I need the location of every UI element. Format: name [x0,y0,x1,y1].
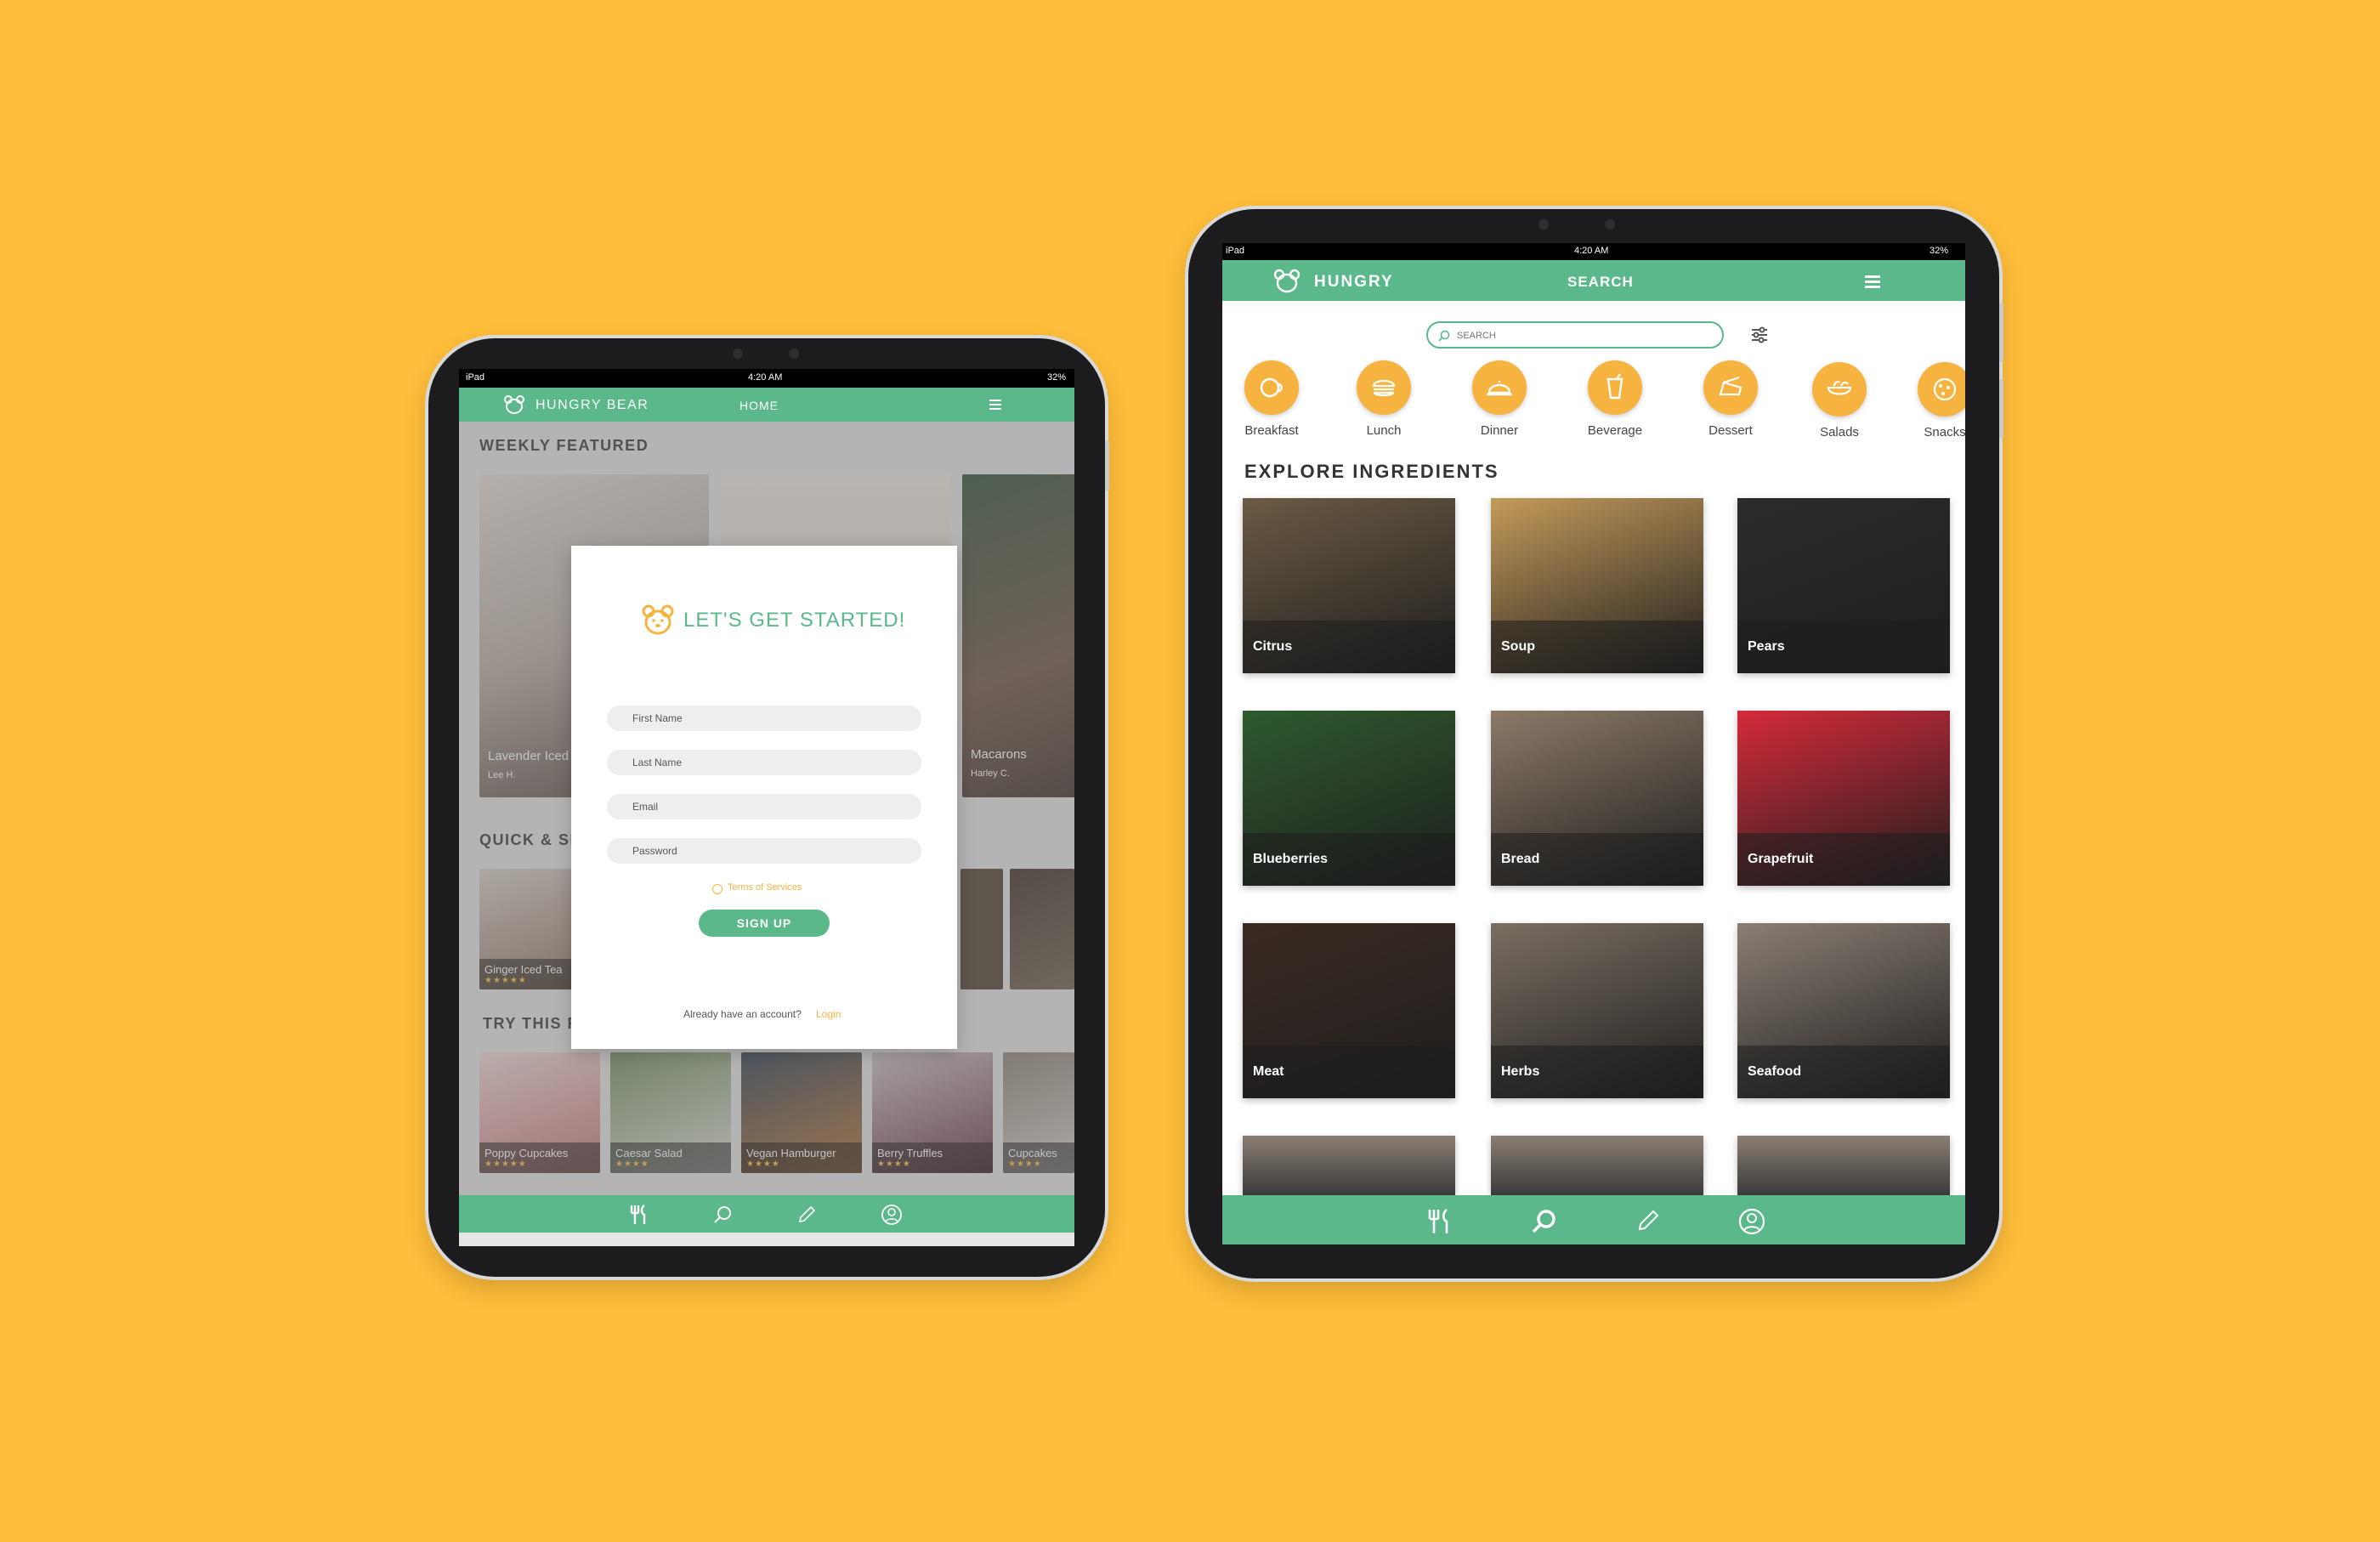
camera [733,349,743,359]
snacks-icon [1918,362,1965,417]
ingredient-label: Meat [1253,1064,1284,1079]
category-lunch[interactable]: Lunch [1341,360,1426,438]
ingredient-card[interactable] [1737,1136,1950,1195]
category-label: Beverage [1587,423,1643,438]
navbar: HUNGRY SEARCH [1222,260,1965,301]
bear-logo-icon [504,395,524,414]
terms-link[interactable]: Terms of Services [728,882,802,893]
camera [1538,219,1549,230]
camera [1605,219,1615,230]
left-tablet: iPad 4:20 AM 32% HUNGRY BEAR HOME WEEKLY… [428,338,1109,1277]
brand-name: HUNGRY BEAR [536,398,649,412]
last-name-field[interactable]: Last Name [607,750,921,775]
right-tablet: iPad 4:20 AM 32% HUNGRY SEARCH Breakfast [1188,209,2003,1278]
search-icon [1438,330,1450,342]
email-field[interactable]: Email [607,794,921,819]
page-title: HOME [740,399,779,412]
tab-bar [459,1195,1074,1233]
dessert-icon [1703,360,1758,415]
status-bar: iPad 4:20 AM 32% [1222,243,1965,260]
brand-name: HUNGRY [1314,273,1394,291]
pencil-icon[interactable] [1634,1207,1663,1236]
category-label: Dinner [1480,423,1519,438]
category-label: Snacks [1924,425,1965,439]
filter-icon[interactable] [1749,325,1770,345]
terms-checkbox[interactable] [712,884,722,894]
category-label: Breakfast [1244,423,1299,438]
category-salads[interactable]: Salads [1797,362,1882,439]
signup-button[interactable]: SIGN UP [699,910,830,937]
ingredient-label: Grapefruit [1748,852,1814,866]
ingredient-label: Soup [1501,639,1535,654]
login-link[interactable]: Login [816,1008,841,1020]
utensils-icon[interactable] [1425,1207,1454,1236]
already-text: Already have an account? [683,1008,802,1020]
battery: 32% [1046,372,1066,383]
ingredient-card[interactable]: Herbs [1491,923,1703,1098]
salads-icon [1812,362,1867,417]
explore-title: EXPLORE INGREDIENTS [1244,461,1499,482]
status-bar: iPad 4:20 AM 32% [459,369,1074,388]
bear-logo-icon [642,604,674,635]
ingredient-card[interactable]: Bread [1491,711,1703,886]
ingredient-card[interactable]: Meat [1243,923,1455,1098]
search-input[interactable] [1455,326,1714,345]
side-button [1999,379,2003,439]
dinner-icon [1472,360,1527,415]
category-breakfast[interactable]: Breakfast [1229,360,1314,438]
tab-bar [1222,1195,1965,1244]
utensils-icon[interactable] [627,1204,649,1226]
ingredient-card[interactable] [1491,1136,1703,1195]
ingredient-card[interactable]: Citrus [1243,498,1455,673]
ingredient-card[interactable]: Blueberries [1243,711,1455,886]
breakfast-icon [1244,360,1299,415]
category-dinner[interactable]: Dinner [1457,360,1542,438]
right-screen: iPad 4:20 AM 32% HUNGRY SEARCH Breakfast [1222,243,1965,1244]
side-button [1999,303,2003,362]
signup-modal: LET'S GET STARTED! First Name Last Name … [571,546,957,1049]
hamburger-icon[interactable] [1865,275,1880,288]
ingredient-label: Pears [1748,639,1785,654]
clock: 4:20 AM [748,372,783,383]
search-bar[interactable] [1426,321,1724,349]
ingredient-card[interactable]: Seafood [1737,923,1950,1098]
camera [789,349,799,359]
category-beverage[interactable]: Beverage [1572,360,1658,438]
category-label: Lunch [1366,423,1402,438]
ingredient-label: Bread [1501,852,1540,866]
ingredient-label: Citrus [1253,639,1293,654]
ingredient-card[interactable]: Soup [1491,498,1703,673]
search-icon[interactable] [712,1204,734,1226]
ingredient-card[interactable]: Grapefruit [1737,711,1950,886]
ingredient-card[interactable]: Pears [1737,498,1950,673]
password-field[interactable]: Password [607,838,921,864]
ingredient-label: Herbs [1501,1064,1540,1079]
page-title: SEARCH [1567,274,1634,290]
ingredient-card[interactable] [1243,1136,1455,1195]
search-icon[interactable] [1530,1207,1559,1236]
profile-icon[interactable] [881,1204,903,1226]
carrier: iPad [466,372,485,383]
hamburger-icon[interactable] [989,400,1001,410]
category-label: Dessert [1708,423,1753,438]
profile-icon[interactable] [1737,1207,1766,1236]
side-button [1105,440,1109,491]
pencil-icon[interactable] [796,1204,818,1226]
clock: 4:20 AM [1574,246,1609,256]
left-screen: iPad 4:20 AM 32% HUNGRY BEAR HOME WEEKLY… [459,369,1074,1246]
category-snacks[interactable]: Snacks [1902,362,1965,439]
category-dessert[interactable]: Dessert [1688,360,1773,438]
carrier: iPad [1226,246,1245,256]
ingredient-label: Blueberries [1253,852,1329,866]
first-name-field[interactable]: First Name [607,706,921,731]
bear-logo-icon [1273,269,1300,293]
battery: 32% [1929,246,1948,256]
lunch-icon [1357,360,1411,415]
modal-title: LET'S GET STARTED! [683,609,906,632]
ingredient-label: Seafood [1748,1064,1802,1079]
navbar: HUNGRY BEAR HOME [459,388,1074,422]
beverage-icon [1588,360,1642,415]
category-label: Salads [1820,425,1859,439]
